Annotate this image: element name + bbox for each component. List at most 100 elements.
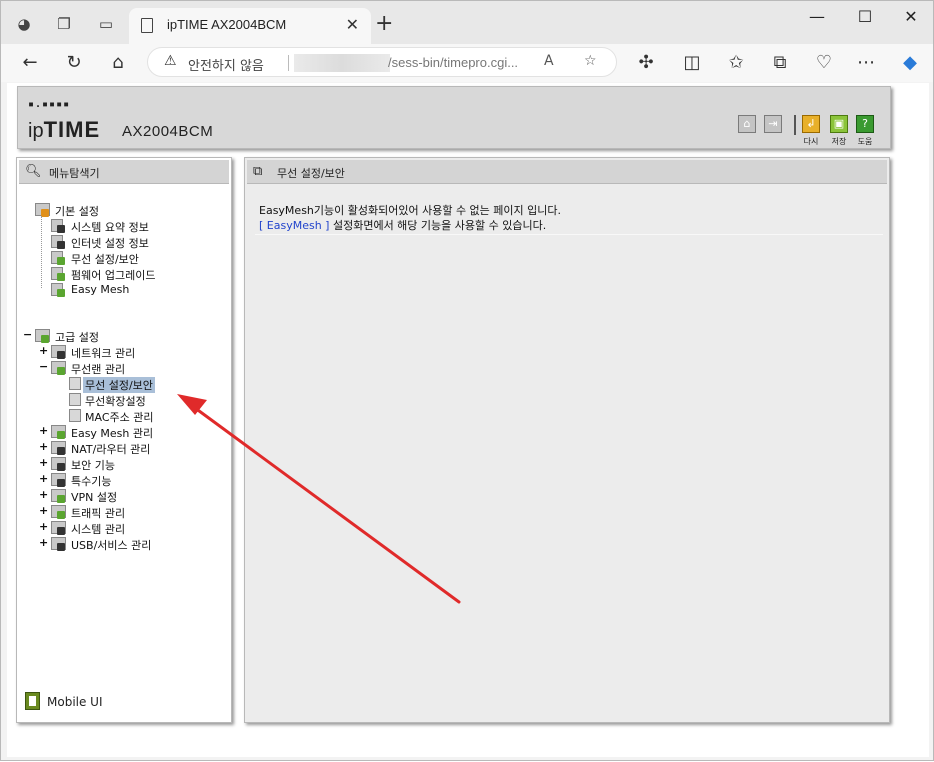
help-icon: ?: [862, 117, 868, 130]
expand-toggle[interactable]: +: [39, 536, 48, 549]
easymesh-notice-line2: [ EasyMesh ] 설정화면에서 해당 기능을 사용할 수 있습니다.: [259, 217, 546, 233]
extensions-icon[interactable]: ✣: [633, 50, 659, 76]
mobile-icon: [25, 692, 40, 710]
save-icon: ▣: [833, 117, 845, 130]
easymesh-link[interactable]: [ EasyMesh ]: [259, 219, 329, 232]
icon-badge: [57, 527, 65, 535]
browser-window: ◕ ❐ ▭ ipTIME AX2004BCM ✕ + — ☐ ✕ ← ↻ ⌂ ⚠…: [0, 0, 934, 761]
tree-label: 무선랜 관리: [71, 363, 126, 376]
restart-label: 다시: [803, 137, 819, 146]
favorite-icon[interactable]: ☆: [584, 53, 597, 69]
icon-badge: [57, 225, 65, 233]
favorites-icon[interactable]: ✩: [723, 50, 749, 76]
tree-label: USB/서비스 관리: [71, 539, 152, 552]
restart-icon: ↲: [806, 117, 816, 130]
logo-ip: ip: [28, 120, 44, 142]
refresh-icon[interactable]: ↻: [61, 50, 87, 76]
page-icon: [69, 393, 81, 406]
expand-toggle[interactable]: +: [39, 472, 48, 485]
read-aloud-icon[interactable]: A: [544, 53, 554, 69]
expand-toggle[interactable]: +: [39, 424, 48, 437]
security-status[interactable]: 안전하지 않음: [188, 55, 264, 74]
wireless-icon: [51, 251, 65, 265]
expand-toggle[interactable]: +: [39, 440, 48, 453]
home-button[interactable]: ⌂: [738, 115, 756, 133]
vpn-icon: [51, 489, 66, 503]
url-text[interactable]: /sess-bin/timepro.cgi...: [388, 55, 518, 70]
tree-label: 네트워크 관리: [71, 347, 136, 360]
tab-title: ipTIME AX2004BCM: [167, 17, 287, 32]
logout-button[interactable]: ⇥: [764, 115, 782, 133]
tree-label: 인터넷 설정 정보: [71, 237, 149, 250]
expand-toggle[interactable]: +: [39, 456, 48, 469]
divider: [255, 234, 883, 235]
browser-essentials-icon[interactable]: ♡: [811, 50, 837, 76]
collections-icon[interactable]: ⧉: [767, 50, 793, 76]
icon-badge: [57, 543, 65, 551]
expand-toggle[interactable]: +: [39, 488, 48, 501]
tree-line: [41, 216, 42, 288]
content-header: ⧉ 무선 설정/보안: [247, 160, 887, 184]
router-header: ▪.▪▪▪▪ ipTIME AX2004BCM ⌂ ⇥ ↲ 다시 ▣ 저장 ? …: [17, 86, 891, 149]
help-button[interactable]: ?: [856, 115, 874, 133]
split-screen-icon[interactable]: ◫: [679, 50, 705, 76]
menu-explorer-header: 🔍︎ 메뉴탐색기: [19, 160, 229, 184]
usb-icon: [51, 537, 66, 551]
tree-label: 특수기능: [71, 475, 112, 488]
expand-toggle[interactable]: +: [39, 344, 48, 357]
icon-badge: [57, 511, 65, 519]
expand-toggle[interactable]: +: [39, 520, 48, 533]
tree-label: 고급 설정: [55, 331, 99, 344]
page-icon: [69, 409, 81, 422]
content-panel: ⧉ 무선 설정/보안 EasyMesh기능이 활성화되어있어 사용할 수 없는 …: [244, 157, 890, 723]
collapse-toggle[interactable]: −: [39, 360, 48, 373]
tree-label: 무선확장설정: [85, 395, 146, 408]
copilot-icon[interactable]: ◆: [897, 50, 923, 76]
expand-toggle[interactable]: +: [39, 504, 48, 517]
home-icon[interactable]: ⌂: [105, 50, 131, 76]
warning-icon[interactable]: ⚠: [164, 53, 177, 69]
back-icon[interactable]: ←: [17, 50, 43, 76]
header-separator: [794, 115, 796, 135]
icon-badge: [57, 289, 65, 297]
icon-badge: [57, 447, 65, 455]
tree-label: Easy Mesh 관리: [71, 427, 154, 440]
mobile-ui-label: Mobile UI: [47, 695, 103, 709]
tree-label-selected: 무선 설정/보안: [83, 377, 155, 393]
tree-label: MAC주소 관리: [85, 411, 154, 424]
collapse-advanced-toggle[interactable]: −: [23, 328, 32, 341]
new-tab-button[interactable]: +: [375, 11, 393, 36]
search-icon: 🔍︎: [25, 164, 42, 179]
workspaces-icon[interactable]: ❐: [53, 13, 75, 35]
address-bar[interactable]: ⚠ 안전하지 않음 /sess-bin/timepro.cgi... A ☆: [147, 47, 617, 77]
special-icon: [51, 473, 66, 487]
upgrade-icon: [51, 267, 65, 281]
more-icon[interactable]: ⋯: [853, 50, 879, 76]
icon-badge: [57, 273, 65, 281]
folder-icon: [35, 329, 50, 343]
menu-explorer-panel: 🔍︎ 메뉴탐색기 기본 설정 시스템 요약 정보 인터넷 설정 정보 무선 설정…: [16, 157, 232, 723]
easymesh-notice: EasyMesh기능이 활성화되어있어 사용할 수 없는 페이지 입니다.: [259, 204, 562, 217]
tab-close-icon[interactable]: ✕: [346, 15, 359, 34]
icon-badge: [57, 479, 65, 487]
tree-label: 시스템 관리: [71, 523, 126, 536]
tab-actions-icon[interactable]: ▭: [95, 13, 117, 35]
minimize-button[interactable]: —: [797, 7, 837, 26]
folder-icon: [35, 203, 50, 217]
page-icon: [69, 377, 81, 390]
logo-dots: ▪.▪▪▪▪: [28, 99, 71, 110]
icon-badge: [57, 431, 65, 439]
profile-icon[interactable]: ◕: [13, 13, 35, 35]
traffic-icon: [51, 505, 66, 519]
restart-button[interactable]: ↲: [802, 115, 820, 133]
network-icon: [51, 345, 66, 359]
mesh-icon: [51, 283, 65, 297]
icon-badge: [57, 241, 65, 249]
router-logo: ipTIME: [28, 117, 100, 143]
notice-text: 설정화면에서 해당 기능을 사용할 수 있습니다.: [329, 219, 547, 232]
maximize-button[interactable]: ☐: [845, 7, 885, 26]
save-button[interactable]: ▣: [830, 115, 848, 133]
close-window-button[interactable]: ✕: [891, 7, 931, 26]
tab-active[interactable]: ipTIME AX2004BCM ✕: [129, 8, 371, 44]
tree-label: VPN 설정: [71, 491, 118, 504]
